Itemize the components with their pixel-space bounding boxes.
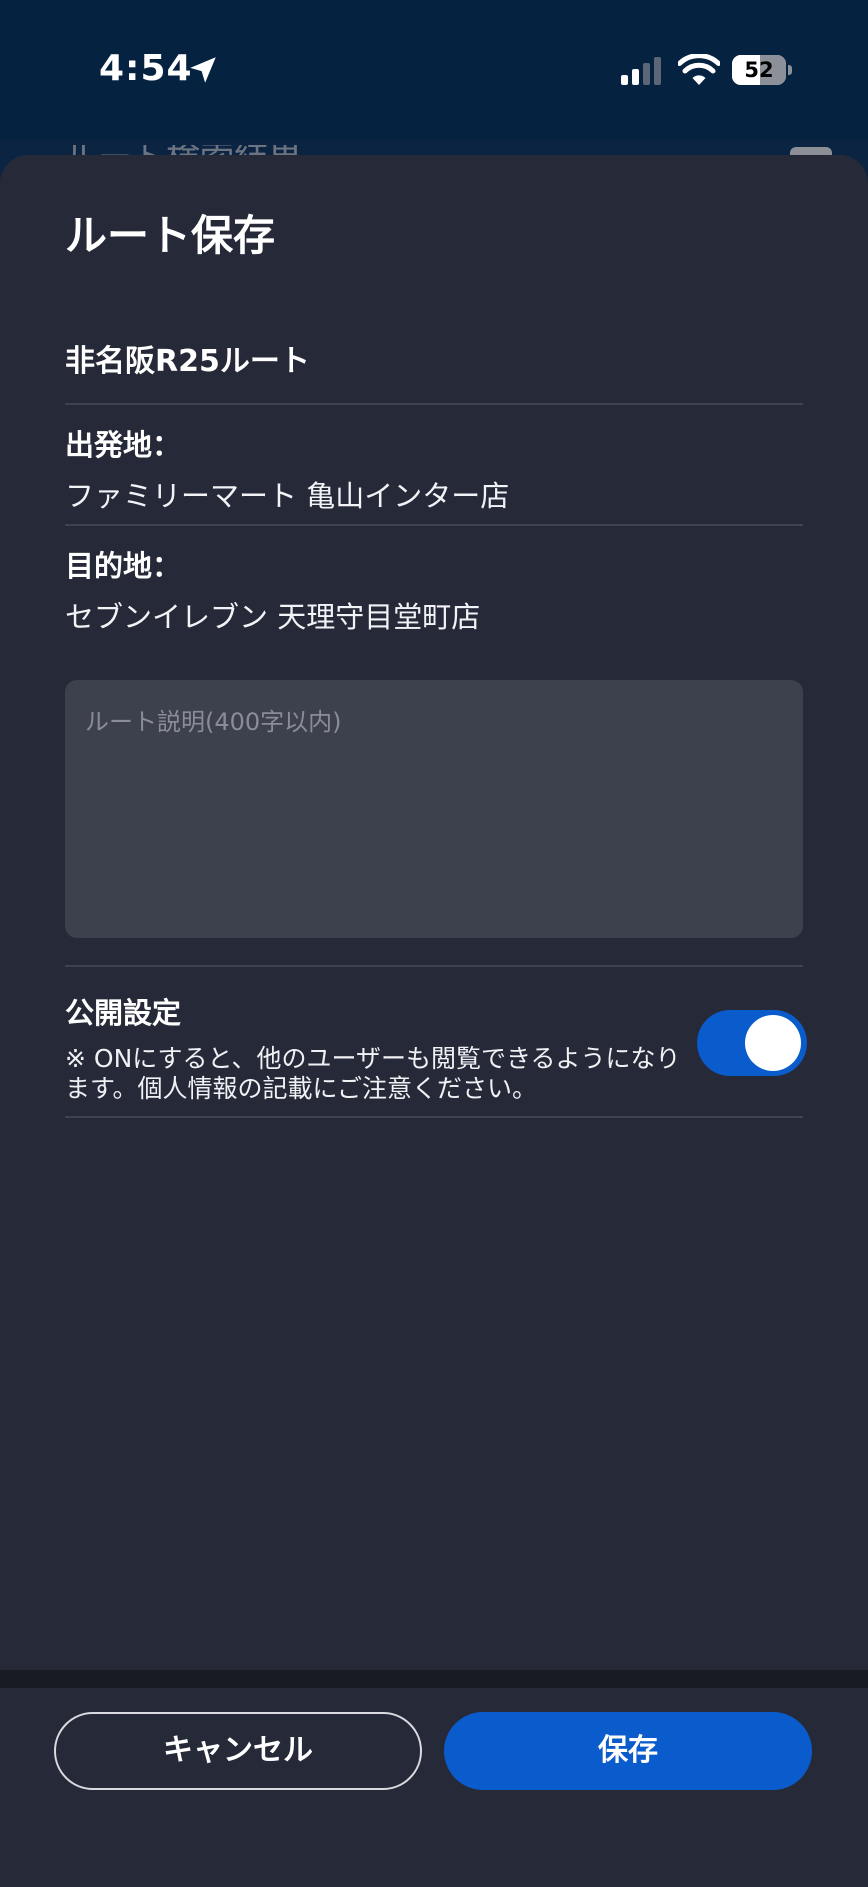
status-time: 4:54: [99, 48, 193, 89]
origin-label: 出発地：: [65, 428, 182, 462]
sheet-title: ルート保存: [65, 211, 276, 260]
location-arrow-icon: [190, 57, 216, 83]
footer-divider: [0, 1670, 868, 1688]
public-setting-toggle[interactable]: [697, 1010, 807, 1076]
route-description-input[interactable]: [65, 680, 803, 938]
destination-label: 目的地：: [65, 549, 182, 583]
divider: [65, 403, 803, 405]
divider: [65, 965, 803, 967]
toggle-knob: [745, 1015, 801, 1071]
cancel-button[interactable]: キャンセル: [54, 1712, 422, 1790]
cellular-signal-icon: [621, 57, 661, 85]
battery-level: 52: [744, 58, 774, 82]
destination-value: セブンイレブン 天理守目堂町店: [65, 600, 481, 634]
battery-icon: 52: [732, 55, 792, 85]
public-setting-label: 公開設定: [65, 996, 182, 1030]
status-bar: 4:54 52: [0, 0, 868, 140]
divider: [65, 1116, 803, 1118]
save-button[interactable]: 保存: [444, 1712, 812, 1790]
route-name[interactable]: 非名阪R25ルート: [65, 336, 310, 380]
public-setting-note: ※ ONにすると、他のユーザーも閲覧できるようになります。個人情報の記載にご注意…: [65, 1044, 681, 1103]
wifi-icon: [678, 54, 720, 85]
origin-value: ファミリーマート 亀山インター店: [65, 479, 510, 513]
divider: [65, 524, 803, 526]
